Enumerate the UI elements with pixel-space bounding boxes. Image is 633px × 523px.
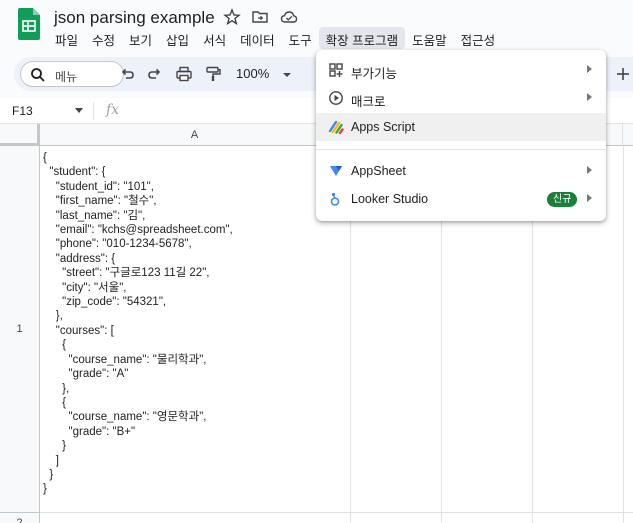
column-header-a[interactable]: A [40,124,350,146]
menu-item-apps-script[interactable]: Apps Script [316,113,606,141]
print-icon[interactable] [175,65,193,83]
looker-studio-icon [330,192,340,206]
star-icon[interactable] [223,8,241,26]
menu-extensions[interactable]: 확장 프로그램 [318,27,406,49]
menu-data[interactable]: 데이터 [233,27,282,49]
submenu-arrow-icon [587,65,592,73]
fx-icon: fx [106,102,120,118]
menu-item-add-ons[interactable]: 부가기능 [316,56,606,84]
menu-item-label: Looker Studio [351,192,429,206]
submenu-arrow-icon [587,194,592,202]
zoom-dropdown-icon[interactable] [278,66,296,84]
menu-file[interactable]: 파일 [48,27,85,49]
apps-script-icon [328,120,344,135]
menu-insert[interactable]: 삽입 [159,27,196,49]
document-title[interactable]: json parsing example [54,8,215,28]
move-to-folder-icon[interactable] [251,8,269,26]
grid-line [623,146,624,523]
add-icon[interactable] [614,65,632,83]
select-all-corner[interactable] [0,124,40,146]
menu-item-label: 부가기능 [351,67,398,81]
sheets-window: json parsing example 파일 수정 보기 삽입 서식 데이터 … [0,0,633,523]
appsheet-icon [330,166,342,176]
paint-format-icon[interactable] [204,65,222,83]
zoom-value[interactable]: 100% [236,66,269,81]
menu-view[interactable]: 보기 [122,27,159,49]
redo-icon[interactable] [146,65,164,83]
sheets-logo-icon[interactable] [18,8,40,40]
search-icon [31,68,45,82]
menu-accessibility[interactable]: 접근성 [454,27,503,49]
new-badge: 신규 [547,192,578,207]
name-box[interactable]: F13 [12,104,33,118]
menubar: 파일 수정 보기 삽입 서식 데이터 도구 확장 프로그램 도움말 접근성 [48,27,502,49]
cloud-saved-icon[interactable] [280,8,298,26]
row-header-2[interactable]: 2 [0,513,40,523]
submenu-arrow-icon [587,93,592,101]
menu-edit[interactable]: 수정 [85,27,122,49]
menu-item-label: Apps Script [351,120,415,134]
menu-tools[interactable]: 도구 [282,27,319,49]
menu-item-macros[interactable]: 매크로 [316,84,606,112]
submenu-arrow-icon [587,166,592,174]
menu-format[interactable]: 서식 [196,27,233,49]
add-ons-icon [329,63,343,77]
menu-help[interactable]: 도움말 [405,27,454,49]
menu-item-label: AppSheet [351,164,406,178]
menu-search-box[interactable]: 메뉴 [20,61,124,87]
formula-divider [93,102,94,120]
menu-item-appsheet[interactable]: AppSheet [316,157,606,185]
extensions-menu: 부가기능 매크로 Apps Script AppSheet Looker Stu… [316,50,606,221]
column-header-e[interactable] [623,124,633,146]
menu-item-label: 매크로 [351,95,386,109]
cell-a1[interactable]: { "student": { "student_id": "101", "fir… [43,151,233,497]
macro-play-icon [329,91,343,105]
row-header-1[interactable]: 1 [0,146,40,513]
search-label: 메뉴 [55,70,78,84]
name-box-dropdown-icon[interactable] [74,107,84,115]
menu-item-looker-studio[interactable]: Looker Studio 신규 [316,185,606,213]
grid-line [40,512,633,513]
undo-icon[interactable] [118,65,136,83]
menu-separator [316,149,606,150]
